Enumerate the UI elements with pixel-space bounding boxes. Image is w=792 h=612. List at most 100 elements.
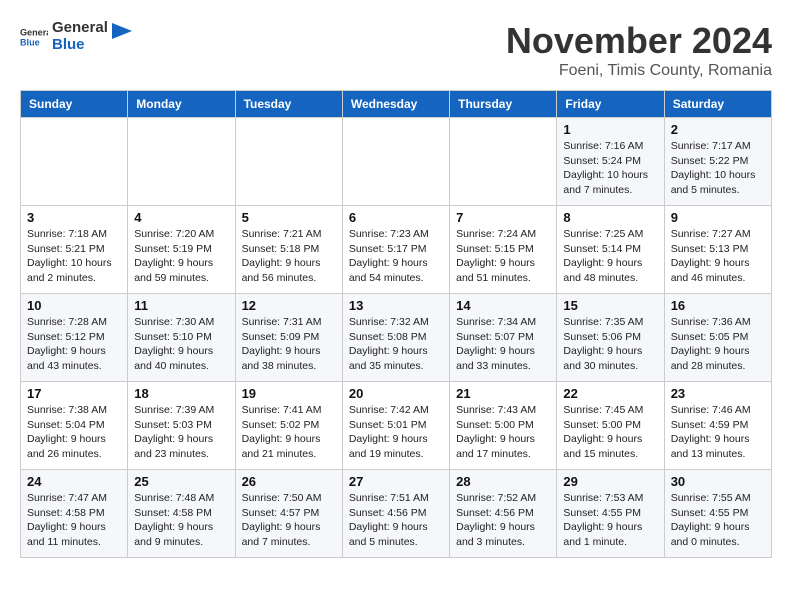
calendar-cell: 28 Sunrise: 7:52 AM Sunset: 4:56 PM Dayli…	[450, 470, 557, 558]
calendar-cell: 27 Sunrise: 7:51 AM Sunset: 4:56 PM Dayli…	[342, 470, 449, 558]
day-number: 9	[671, 210, 765, 225]
calendar-cell: 10 Sunrise: 7:28 AM Sunset: 5:12 PM Dayli…	[21, 294, 128, 382]
month-title: November 2024	[506, 20, 772, 62]
weekday-header-saturday: Saturday	[664, 91, 771, 118]
svg-text:Blue: Blue	[20, 37, 40, 47]
day-number: 8	[563, 210, 657, 225]
calendar-week-2: 3Sunrise: 7:18 AM Sunset: 5:21 PM Daylig…	[21, 206, 772, 294]
day-info: Sunrise: 7:45 AM Sunset: 5:00 PM Dayligh…	[563, 403, 657, 462]
day-number: 20	[349, 386, 443, 401]
day-info: Sunrise: 7:50 AM Sunset: 4:57 PM Dayligh…	[242, 491, 336, 550]
calendar-week-4: 17Sunrise: 7:38 AM Sunset: 5:04 PM Dayli…	[21, 382, 772, 470]
calendar-week-1: 1 Sunrise: 7:16 AM Sunset: 5:24 PM Daylig…	[21, 118, 772, 206]
day-number: 14	[456, 298, 550, 313]
day-info: Sunrise: 7:46 AM Sunset: 4:59 PM Dayligh…	[671, 403, 765, 462]
weekday-header-row: SundayMondayTuesdayWednesdayThursdayFrid…	[21, 91, 772, 118]
day-info: Sunrise: 7:34 AM Sunset: 5:07 PM Dayligh…	[456, 315, 550, 374]
calendar-cell: 2 Sunrise: 7:17 AM Sunset: 5:22 PM Daylig…	[664, 118, 771, 206]
day-info: Sunrise: 7:55 AM Sunset: 4:55 PM Dayligh…	[671, 491, 765, 550]
location: Foeni, Timis County, Romania	[506, 62, 772, 80]
header: General Blue General Blue November 2024 …	[20, 20, 772, 80]
day-number: 16	[671, 298, 765, 313]
weekday-header-sunday: Sunday	[21, 91, 128, 118]
calendar-cell: 15Sunrise: 7:35 AM Sunset: 5:06 PM Dayli…	[557, 294, 664, 382]
day-info: Sunrise: 7:32 AM Sunset: 5:08 PM Dayligh…	[349, 315, 443, 374]
day-number: 19	[242, 386, 336, 401]
calendar-cell: 11Sunrise: 7:30 AM Sunset: 5:10 PM Dayli…	[128, 294, 235, 382]
calendar-cell: 12 Sunrise: 7:31 AM Sunset: 5:09 PM Dayli…	[235, 294, 342, 382]
day-info: Sunrise: 7:36 AM Sunset: 5:05 PM Dayligh…	[671, 315, 765, 374]
day-number: 2	[671, 122, 765, 137]
day-info: Sunrise: 7:39 AM Sunset: 5:03 PM Dayligh…	[134, 403, 228, 462]
logo: General Blue General Blue	[20, 20, 132, 53]
day-number: 27	[349, 474, 443, 489]
calendar-cell: 17Sunrise: 7:38 AM Sunset: 5:04 PM Dayli…	[21, 382, 128, 470]
day-info: Sunrise: 7:38 AM Sunset: 5:04 PM Dayligh…	[27, 403, 121, 462]
calendar-cell: 3Sunrise: 7:18 AM Sunset: 5:21 PM Daylig…	[21, 206, 128, 294]
calendar-cell: 7 Sunrise: 7:24 AM Sunset: 5:15 PM Daylig…	[450, 206, 557, 294]
calendar-cell: 1 Sunrise: 7:16 AM Sunset: 5:24 PM Daylig…	[557, 118, 664, 206]
flag-icon	[112, 23, 132, 51]
day-info: Sunrise: 7:31 AM Sunset: 5:09 PM Dayligh…	[242, 315, 336, 374]
day-number: 26	[242, 474, 336, 489]
svg-text:General: General	[20, 27, 48, 37]
day-number: 28	[456, 474, 550, 489]
day-info: Sunrise: 7:48 AM Sunset: 4:58 PM Dayligh…	[134, 491, 228, 550]
day-number: 22	[563, 386, 657, 401]
calendar-cell	[450, 118, 557, 206]
day-number: 21	[456, 386, 550, 401]
day-info: Sunrise: 7:28 AM Sunset: 5:12 PM Dayligh…	[27, 315, 121, 374]
day-number: 5	[242, 210, 336, 225]
day-number: 13	[349, 298, 443, 313]
day-info: Sunrise: 7:51 AM Sunset: 4:56 PM Dayligh…	[349, 491, 443, 550]
calendar-cell: 22 Sunrise: 7:45 AM Sunset: 5:00 PM Dayli…	[557, 382, 664, 470]
day-info: Sunrise: 7:30 AM Sunset: 5:10 PM Dayligh…	[134, 315, 228, 374]
day-info: Sunrise: 7:41 AM Sunset: 5:02 PM Dayligh…	[242, 403, 336, 462]
day-info: Sunrise: 7:21 AM Sunset: 5:18 PM Dayligh…	[242, 227, 336, 286]
calendar-cell	[128, 118, 235, 206]
calendar-cell	[21, 118, 128, 206]
calendar-week-5: 24 Sunrise: 7:47 AM Sunset: 4:58 PM Dayli…	[21, 470, 772, 558]
calendar-header: SundayMondayTuesdayWednesdayThursdayFrid…	[21, 91, 772, 118]
day-number: 23	[671, 386, 765, 401]
calendar-cell	[342, 118, 449, 206]
title-section: November 2024 Foeni, Timis County, Roman…	[506, 20, 772, 80]
day-number: 15	[563, 298, 657, 313]
day-number: 24	[27, 474, 121, 489]
day-info: Sunrise: 7:16 AM Sunset: 5:24 PM Dayligh…	[563, 139, 657, 198]
calendar-cell: 18Sunrise: 7:39 AM Sunset: 5:03 PM Dayli…	[128, 382, 235, 470]
day-number: 1	[563, 122, 657, 137]
calendar-cell: 21 Sunrise: 7:43 AM Sunset: 5:00 PM Dayli…	[450, 382, 557, 470]
day-info: Sunrise: 7:43 AM Sunset: 5:00 PM Dayligh…	[456, 403, 550, 462]
calendar-cell	[235, 118, 342, 206]
day-number: 12	[242, 298, 336, 313]
calendar-cell: 30Sunrise: 7:55 AM Sunset: 4:55 PM Dayli…	[664, 470, 771, 558]
calendar-body: 1 Sunrise: 7:16 AM Sunset: 5:24 PM Daylig…	[21, 118, 772, 558]
day-info: Sunrise: 7:24 AM Sunset: 5:15 PM Dayligh…	[456, 227, 550, 286]
day-info: Sunrise: 7:47 AM Sunset: 4:58 PM Dayligh…	[27, 491, 121, 550]
calendar-cell: 14 Sunrise: 7:34 AM Sunset: 5:07 PM Dayli…	[450, 294, 557, 382]
logo-icon: General Blue	[20, 23, 48, 51]
calendar-cell: 13 Sunrise: 7:32 AM Sunset: 5:08 PM Dayli…	[342, 294, 449, 382]
weekday-header-friday: Friday	[557, 91, 664, 118]
day-info: Sunrise: 7:52 AM Sunset: 4:56 PM Dayligh…	[456, 491, 550, 550]
day-info: Sunrise: 7:17 AM Sunset: 5:22 PM Dayligh…	[671, 139, 765, 198]
weekday-header-tuesday: Tuesday	[235, 91, 342, 118]
logo-general: General	[52, 20, 108, 37]
day-info: Sunrise: 7:20 AM Sunset: 5:19 PM Dayligh…	[134, 227, 228, 286]
calendar-cell: 23 Sunrise: 7:46 AM Sunset: 4:59 PM Dayli…	[664, 382, 771, 470]
calendar-table: SundayMondayTuesdayWednesdayThursdayFrid…	[20, 90, 772, 558]
weekday-header-wednesday: Wednesday	[342, 91, 449, 118]
day-number: 3	[27, 210, 121, 225]
calendar-cell: 5 Sunrise: 7:21 AM Sunset: 5:18 PM Daylig…	[235, 206, 342, 294]
logo-blue: Blue	[52, 37, 108, 54]
calendar-cell: 16 Sunrise: 7:36 AM Sunset: 5:05 PM Dayli…	[664, 294, 771, 382]
day-number: 29	[563, 474, 657, 489]
day-number: 7	[456, 210, 550, 225]
calendar-cell: 4 Sunrise: 7:20 AM Sunset: 5:19 PM Daylig…	[128, 206, 235, 294]
calendar-cell: 20Sunrise: 7:42 AM Sunset: 5:01 PM Dayli…	[342, 382, 449, 470]
weekday-header-monday: Monday	[128, 91, 235, 118]
day-info: Sunrise: 7:25 AM Sunset: 5:14 PM Dayligh…	[563, 227, 657, 286]
day-number: 4	[134, 210, 228, 225]
day-number: 10	[27, 298, 121, 313]
